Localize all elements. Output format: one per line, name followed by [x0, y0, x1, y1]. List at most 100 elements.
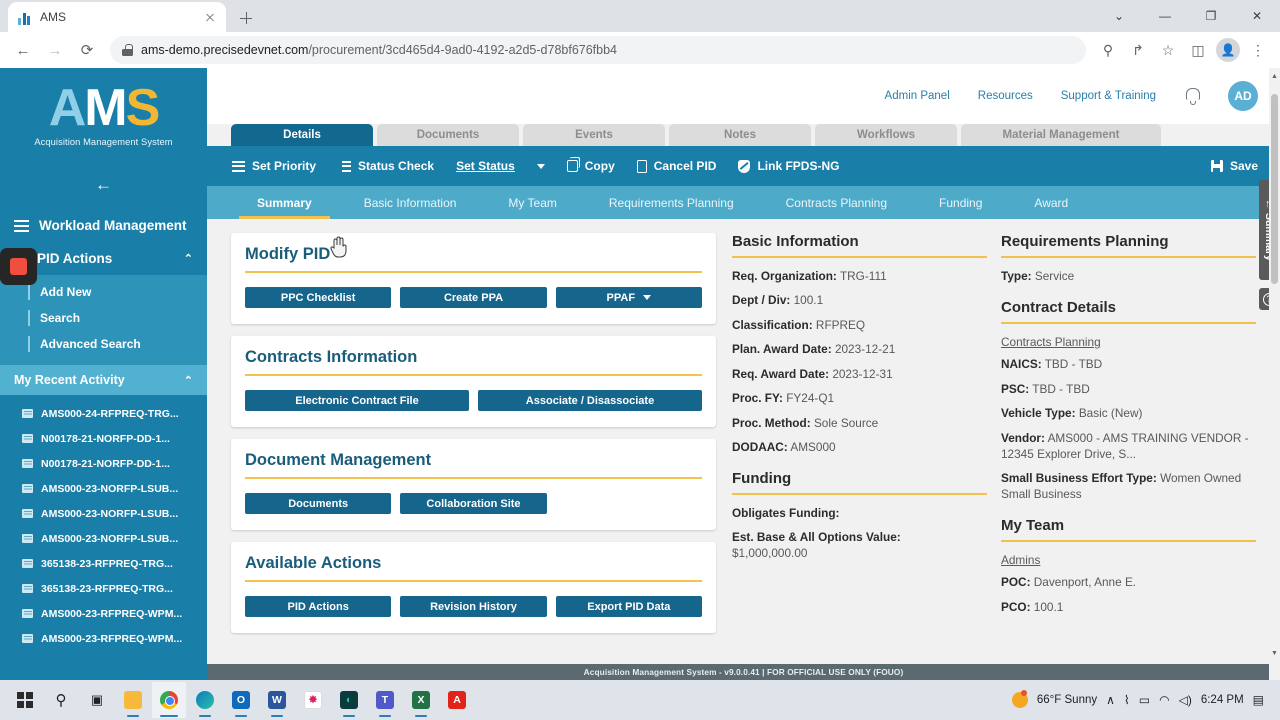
documents-button[interactable]: Documents [245, 493, 392, 514]
list-item[interactable]: 365138-23-RFPREQ-TRG... [0, 551, 207, 576]
sidebar-item-workload-management[interactable]: Workload Management [0, 209, 207, 242]
collaboration-site-button[interactable]: Collaboration Site [400, 493, 547, 514]
taskbar-acrobat[interactable]: A [440, 682, 474, 718]
bookmark-star-icon[interactable]: ☆ [1154, 36, 1182, 64]
tab-events[interactable]: Events [523, 124, 665, 146]
side-panel-icon[interactable]: ◫ [1184, 36, 1212, 64]
copy-button[interactable]: Copy [566, 157, 615, 173]
notification-bell-icon[interactable] [1184, 87, 1200, 105]
admins-link[interactable]: Admins [1001, 553, 1256, 567]
taskbar-teams[interactable]: T [368, 682, 402, 718]
taskbar-file-explorer[interactable] [116, 682, 150, 718]
list-item[interactable]: AMS000-23-RFPREQ-WPM... [0, 601, 207, 626]
nav-link-support-training[interactable]: Support & Training [1061, 90, 1156, 102]
screen-recording-stop-button[interactable] [0, 248, 37, 285]
set-status-dropdown[interactable]: Set Status [456, 159, 515, 173]
taskbar-word[interactable]: W [260, 682, 294, 718]
task-view-button[interactable]: ▣ [80, 682, 114, 718]
battery-icon[interactable]: ▭ [1139, 693, 1150, 707]
ppc-checklist-button[interactable]: PPC Checklist [245, 287, 392, 308]
zoom-out-icon[interactable]: ⚲ [1094, 36, 1122, 64]
subtab-basic-information[interactable]: Basic Information [338, 186, 483, 219]
taskbar-chrome[interactable] [152, 682, 186, 718]
list-item[interactable]: AMS000-23-RFPREQ-WPM... [0, 626, 207, 651]
nav-link-admin-panel[interactable]: Admin Panel [885, 90, 950, 102]
subtab-summary[interactable]: Summary [231, 186, 338, 219]
taskbar-outlook[interactable]: O [224, 682, 258, 718]
taskbar-search-button[interactable]: ⚲ [44, 682, 78, 718]
list-item[interactable]: AMS000-23-NORFP-LSUB... [0, 526, 207, 551]
save-label: Save [1229, 159, 1258, 173]
set-priority-button[interactable]: Set Priority [232, 159, 316, 173]
close-window-button[interactable]: ✕ [1234, 0, 1280, 32]
wifi-icon[interactable]: ◠ [1159, 693, 1169, 707]
nav-link-resources[interactable]: Resources [978, 90, 1033, 102]
address-bar[interactable]: ams-demo.precisedevnet.com/procurement/3… [110, 36, 1086, 64]
set-status-caret[interactable] [536, 163, 545, 169]
reload-button[interactable]: ⟳ [72, 35, 102, 65]
notification-center-icon[interactable]: ▤ [1253, 693, 1264, 707]
link-fpds-ng-button[interactable]: Link FPDS-NG [738, 159, 839, 173]
back-button[interactable]: ← [8, 35, 38, 65]
taskbar-slack[interactable]: ✸ [296, 682, 330, 718]
sidebar-collapse-icon[interactable]: ← [0, 175, 207, 195]
window-chevron-icon[interactable]: ⌄ [1096, 0, 1142, 32]
start-button[interactable] [8, 682, 42, 718]
scroll-up-arrow-icon[interactable]: ▲ [1269, 70, 1280, 83]
minimize-button[interactable]: — [1142, 0, 1188, 32]
tab-documents[interactable]: Documents [377, 124, 519, 146]
new-tab-button[interactable] [232, 4, 260, 32]
list-item[interactable]: N00178-21-NORFP-DD-1... [0, 426, 207, 451]
cancel-pid-button[interactable]: Cancel PID [636, 159, 716, 173]
taskbar-teal-app[interactable]: ◐ [332, 682, 366, 718]
ppaf-dropdown-button[interactable]: PPAF [555, 287, 702, 308]
volume-icon[interactable]: ◁) [1179, 693, 1192, 707]
forward-button[interactable]: → [40, 35, 70, 65]
tab-material-management[interactable]: Material Management [961, 124, 1161, 146]
subtab-requirements-planning[interactable]: Requirements Planning [583, 186, 760, 219]
save-button[interactable]: Save [1210, 159, 1258, 173]
submenu-item-advanced-search[interactable]: Advanced Search [0, 331, 207, 357]
associate-disassociate-button[interactable]: Associate / Disassociate [478, 390, 702, 411]
my-team-title: My Team [1001, 516, 1065, 534]
browser-menu-icon[interactable]: ⋮ [1244, 36, 1272, 64]
my-recent-activity-header[interactable]: My Recent Activity ⌃ [0, 365, 207, 395]
list-item[interactable]: N00178-21-NORFP-DD-1... [0, 451, 207, 476]
subtab-funding[interactable]: Funding [913, 186, 1008, 219]
tray-expand-chevron-icon[interactable]: ∧ [1106, 693, 1115, 707]
clock[interactable]: 6:24 PM [1201, 694, 1244, 706]
tab-workflows[interactable]: Workflows [815, 124, 957, 146]
browser-tab-title: AMS [40, 10, 67, 24]
revision-history-button[interactable]: Revision History [400, 596, 547, 617]
scrollbar-thumb[interactable] [1271, 94, 1278, 284]
subtab-contracts-planning[interactable]: Contracts Planning [760, 186, 913, 219]
list-item[interactable]: 365138-23-RFPREQ-TRG... [0, 576, 207, 601]
subtab-award[interactable]: Award [1008, 186, 1094, 219]
tab-notes[interactable]: Notes [669, 124, 811, 146]
list-item[interactable]: AMS000-24-RFPREQ-TRG... [0, 401, 207, 426]
browser-tab[interactable]: AMS [8, 2, 226, 32]
export-pid-data-button[interactable]: Export PID Data [555, 596, 702, 617]
electronic-contract-file-button[interactable]: Electronic Contract File [245, 390, 469, 411]
list-item[interactable]: AMS000-23-NORFP-LSUB... [0, 476, 207, 501]
list-item[interactable]: AMS000-23-NORFP-LSUB... [0, 501, 207, 526]
scroll-down-arrow-icon[interactable]: ▼ [1269, 647, 1280, 660]
profile-avatar-icon[interactable]: 👤 [1214, 36, 1242, 64]
taskbar-excel[interactable]: X [404, 682, 438, 718]
close-tab-icon[interactable] [202, 9, 218, 25]
share-icon[interactable]: ↱ [1124, 36, 1152, 64]
submenu-item-search[interactable]: Search [0, 305, 207, 331]
microphone-icon[interactable]: ⌇ [1124, 693, 1130, 707]
page-scrollbar[interactable]: ▲ ▼ [1269, 68, 1280, 680]
subtab-my-team[interactable]: My Team [482, 186, 582, 219]
weather-label[interactable]: 66°F Sunny [1037, 694, 1097, 706]
contracts-planning-link[interactable]: Contracts Planning [1001, 335, 1256, 349]
avatar[interactable]: AD [1228, 81, 1258, 111]
tab-details[interactable]: Details [231, 124, 373, 146]
list-item-label: AMS000-23-NORFP-LSUB... [41, 507, 179, 520]
create-ppa-button[interactable]: Create PPA [400, 287, 547, 308]
status-check-button[interactable]: Status Check [338, 159, 434, 173]
taskbar-edge[interactable] [188, 682, 222, 718]
pid-actions-button[interactable]: PID Actions [245, 596, 392, 617]
maximize-button[interactable]: ❐ [1188, 0, 1234, 32]
